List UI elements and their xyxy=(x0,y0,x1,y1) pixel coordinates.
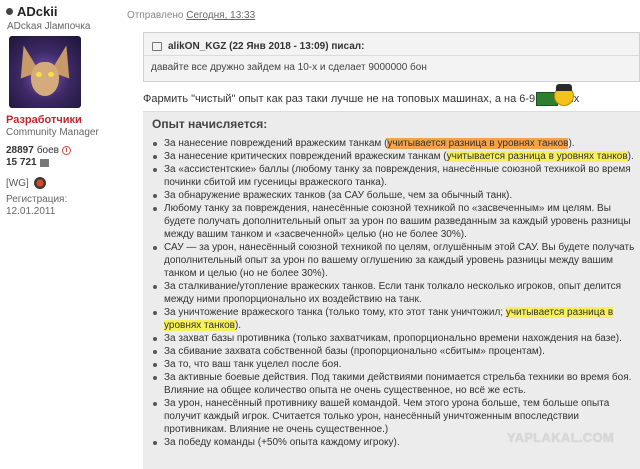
highlight-text: учитывается разница в уровнях танков xyxy=(387,138,569,149)
list-item-tail: ). xyxy=(234,320,242,331)
online-dot-icon xyxy=(6,7,13,15)
quote-header: alikON_KGZ (22 Янв 2018 - 13:09) писал: xyxy=(144,33,639,56)
list-item-text: За «ассистентские» баллы (любому танку з… xyxy=(164,164,631,188)
list-item: За то, что ваш танк уцелел после боя. xyxy=(151,358,636,371)
quote-block: alikON_KGZ (22 Янв 2018 - 13:09) писал: … xyxy=(143,32,640,82)
list-item: За захват базы противника (только захват… xyxy=(151,332,636,345)
user-role-sub: Community Manager xyxy=(6,127,99,138)
clan-emblem-icon[interactable] xyxy=(33,177,46,189)
list-item-text: За сбивание захвата собственной базы (пр… xyxy=(164,346,545,357)
list-item-tail: ). xyxy=(627,151,634,162)
sent-label: Отправлено xyxy=(127,10,184,21)
registration: Регистрация: 12.01.2011 xyxy=(6,194,112,218)
list-item: За нанесение критических повреждений вра… xyxy=(151,150,636,163)
sent-date-link[interactable]: Сегодня, 13:33 xyxy=(186,10,255,21)
list-item: За нанесение повреждений вражеским танка… xyxy=(151,137,636,150)
user-name-row: ADckii xyxy=(6,4,112,19)
quote-icon xyxy=(152,42,162,51)
registration-label: Регистрация: xyxy=(6,194,68,205)
list-item-text: За захват базы противника (только захват… xyxy=(164,333,622,344)
user-role: Разработчики xyxy=(6,114,82,126)
list-item: За уничтожение вражеского танка (только … xyxy=(151,306,636,332)
info-icon[interactable]: i xyxy=(61,146,71,155)
registration-date: 12.01.2011 xyxy=(6,206,56,217)
list-item-text: За активные боевые действия. Под такими … xyxy=(164,372,632,396)
quote-author: alikON_KGZ (22 Янв 2018 - 13:09) писал: xyxy=(168,41,365,52)
list-item: САУ — за урон, нанесённый союзной техник… xyxy=(151,241,636,280)
list-item: Любому танку за повреждения, нанесённые … xyxy=(151,202,636,241)
battles-stat: 28897 боев i xyxy=(6,145,112,156)
list-item-tail: ). xyxy=(568,138,575,149)
post-sent: Отправлено Сегодня, 13:33 xyxy=(127,10,255,21)
quote-text: давайте все дружно зайдем на 10-х и сдел… xyxy=(151,62,427,73)
tank-smile-icon xyxy=(536,84,574,108)
list-item: За «ассистентские» баллы (любому танку з… xyxy=(151,163,636,189)
list-item-text: За сталкивание/утопление вражеских танко… xyxy=(164,281,622,305)
list-item-text: Любому танку за повреждения, нанесённые … xyxy=(164,203,631,240)
list-item: За сбивание захвата собственной базы (пр… xyxy=(151,345,636,358)
experience-box-title: Опыт начисляется: xyxy=(152,117,268,131)
list-item: За активные боевые действия. Под такими … xyxy=(151,371,636,397)
rating-stat: 15 721 xyxy=(6,157,112,168)
list-item: За сталкивание/утопление вражеских танко… xyxy=(151,280,636,306)
highlight-text: учитывается разница в уровнях танков xyxy=(446,151,628,162)
user-subtitle: ADckaя Jlaмпочка xyxy=(7,21,91,32)
list-item-text: САУ — за урон, нанесённый союзной техник… xyxy=(164,242,635,279)
avatar[interactable] xyxy=(9,36,81,108)
site-watermark: YAPLAKAL.COM xyxy=(506,430,614,445)
farm-text: Фармить "чистый" опыт как раз таки лучше… xyxy=(143,93,580,105)
flag-icon xyxy=(39,158,49,167)
list-item-text: За победу команды (+50% опыта каждому иг… xyxy=(164,437,400,448)
list-item-text: За то, что ваш танк уцелел после боя. xyxy=(164,359,342,370)
rating-value: 15 721 xyxy=(6,157,37,168)
clan-row: [WG] xyxy=(6,177,112,189)
list-item-text: За нанесение повреждений вражеским танка… xyxy=(164,138,388,149)
battles-value: 28897 xyxy=(6,145,34,156)
experience-box: Опыт начисляется: За нанесение поврежден… xyxy=(143,111,640,469)
user-column: ADckii ADckaя Jlaмпочка Разработчики Com… xyxy=(0,0,118,469)
post: Отправлено Сегодня, 13:33 alikON_KGZ (22… xyxy=(127,0,640,469)
experience-list: За нанесение повреждений вражеским танка… xyxy=(151,137,636,449)
battles-label: боев xyxy=(36,145,59,156)
list-item-text: За нанесение критических повреждений вра… xyxy=(164,151,447,162)
list-item: За обнаружение вражеских танков (за САУ … xyxy=(151,189,636,202)
clan-tag[interactable]: [WG] xyxy=(6,178,29,189)
list-item-text: За уничтожение вражеского танка (только … xyxy=(164,307,506,318)
user-name[interactable]: ADckii xyxy=(17,4,57,19)
list-item-text: За обнаружение вражеских танков (за САУ … xyxy=(164,190,513,201)
